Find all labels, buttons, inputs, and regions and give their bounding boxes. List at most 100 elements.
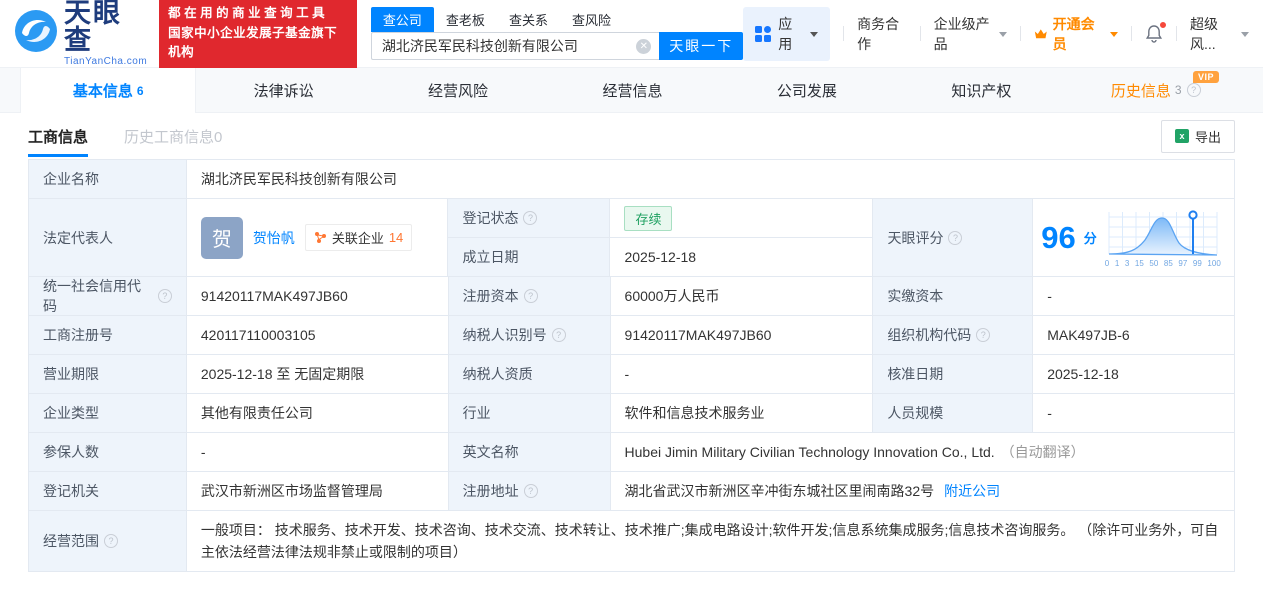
divider (1131, 26, 1132, 41)
business-scope-value: 一般项目： 技术服务、技术开发、技术咨询、技术交流、技术转让、技术推广;集成电路… (187, 511, 1235, 572)
field-label: 企业类型 (29, 394, 187, 433)
field-label-group: 统一社会信用代码? (29, 277, 187, 316)
subtab-registration-info[interactable]: 工商信息 (28, 126, 88, 157)
field-label-group: 登记状态 ? (448, 199, 610, 238)
score-axis-ticks: 0131550859799100 (1105, 259, 1221, 268)
field-label: 行业 (449, 394, 611, 433)
field-label-group: 注册地址? (449, 472, 611, 511)
notification-dot (1159, 21, 1167, 29)
tab-company-development[interactable]: 公司发展 (720, 68, 894, 112)
company-type-value: 其他有限责任公司 (187, 394, 449, 433)
tab-operation-risk[interactable]: 经营风险 (371, 68, 545, 112)
notification-bell-icon[interactable] (1145, 24, 1163, 43)
export-button[interactable]: x 导出 (1161, 120, 1235, 153)
chevron-down-icon (810, 32, 818, 41)
relation-graph-icon (314, 231, 327, 244)
table-row: 统一社会信用代码? 91420117MAK497JB60 注册资本? 60000… (29, 277, 1235, 316)
business-term-value: 2025-12-18 至 无固定期限 (187, 355, 449, 394)
chevron-down-icon (1110, 32, 1118, 41)
help-icon: ? (976, 328, 990, 342)
tab-intellectual-property[interactable]: 知识产权 (894, 68, 1068, 112)
tianyancha-logo[interactable]: 天眼查 TianYanCha.com (14, 0, 147, 67)
apps-label: 应用 (778, 14, 798, 54)
auto-translate-note: （自动翻译） (1001, 442, 1085, 462)
field-label: 企业名称 (29, 160, 187, 199)
tab-legal-litigation[interactable]: 法律诉讼 (196, 68, 370, 112)
status-badge: 存续 (624, 206, 672, 231)
divider (1176, 26, 1177, 41)
section-tabs: 基本信息 6 法律诉讼 经营风险 经营信息 公司发展 知识产权 VIP 历史信息… (0, 67, 1263, 113)
help-icon: ? (948, 231, 962, 245)
table-row: 法定代表人 贺 贺怡帆 关联企业 14 登记状态 ? 存 (29, 199, 1235, 277)
table-row: 企业名称 湖北济民军民科技创新有限公司 (29, 160, 1235, 199)
search-button[interactable]: 天眼一下 (659, 32, 743, 60)
tab-history-info[interactable]: VIP 历史信息 3 ? (1069, 68, 1243, 112)
field-label-group: 注册资本? (449, 277, 611, 316)
reg-authority-value: 武汉市新洲区市场监督管理局 (187, 472, 449, 511)
field-label: 实缴资本 (873, 277, 1033, 316)
search-tab-relation[interactable]: 查关系 (497, 7, 560, 32)
org-code-value: MAK497JB-6 (1033, 316, 1235, 355)
subtab-history-registration-info[interactable]: 历史工商信息0 (124, 126, 222, 147)
reg-status-cell: 存续 (610, 199, 873, 238)
search-tabs: 查公司 查老板 查关系 查风险 (371, 7, 743, 32)
search-area: 查公司 查老板 查关系 查风险 ✕ 天眼一下 (371, 7, 743, 60)
avatar[interactable]: 贺 (201, 217, 243, 259)
field-label-group: 天眼评分 ? (873, 199, 1033, 277)
company-name-value: 湖北济民军民科技创新有限公司 (187, 160, 1235, 199)
search-tab-company[interactable]: 查公司 (371, 7, 434, 32)
field-label-group: 纳税人识别号? (449, 316, 611, 355)
field-label: 营业期限 (29, 355, 187, 394)
status-date-subtable: 登记状态 ? 存续 成立日期 2025-12-18 (448, 199, 873, 277)
excel-icon: x (1175, 129, 1189, 143)
search-tab-risk[interactable]: 查风险 (560, 7, 623, 32)
tab-business-info[interactable]: 经营信息 (545, 68, 719, 112)
staff-size-value: - (1033, 394, 1235, 433)
tianyan-score-cell[interactable]: 96分 01315508 (1033, 199, 1235, 277)
field-label: 工商注册号 (29, 316, 187, 355)
chevron-down-icon (1241, 32, 1249, 41)
table-row: 营业期限 2025-12-18 至 无固定期限 纳税人资质 - 核准日期 202… (29, 355, 1235, 394)
reg-capital-value: 60000万人民币 (611, 277, 874, 316)
credit-code-value: 91420117MAK497JB60 (187, 277, 449, 316)
field-label: 核准日期 (873, 355, 1033, 394)
tab-basic-info[interactable]: 基本信息 6 (20, 68, 196, 113)
help-icon: ? (523, 211, 537, 225)
table-row: 工商注册号 420117110003105 纳税人识别号? 91420117MA… (29, 316, 1235, 355)
field-label: 成立日期 (448, 238, 610, 277)
help-icon: ? (524, 289, 538, 303)
field-label: 法定代表人 (29, 199, 187, 277)
field-label: 登记机关 (29, 472, 187, 511)
field-label: 人员规模 (873, 394, 1033, 433)
chevron-down-icon (999, 32, 1007, 41)
divider (1020, 26, 1021, 41)
score-unit: 分 (1084, 228, 1097, 247)
company-info-table: 企业名称 湖北济民军民科技创新有限公司 法定代表人 贺 贺怡帆 关联企业 14 … (28, 159, 1235, 572)
nearby-companies-link[interactable]: 附近公司 (944, 481, 1000, 501)
help-icon: ? (104, 534, 118, 548)
english-name-cell: Hubei Jimin Military Civilian Technology… (611, 433, 1235, 472)
legal-rep-link[interactable]: 贺怡帆 (253, 228, 295, 248)
related-companies-badge[interactable]: 关联企业 14 (305, 224, 412, 251)
nav-enterprise[interactable]: 企业级产品 (934, 14, 1008, 54)
help-icon: ? (1187, 83, 1201, 97)
nav-open-vip[interactable]: 开通会员 (1034, 14, 1118, 54)
taxpayer-quality-value: - (611, 355, 874, 394)
tab-count: 3 (1175, 83, 1182, 97)
top-nav: 应用 商务合作 企业级产品 开通会员 超级风... (743, 7, 1249, 61)
divider (920, 26, 921, 41)
sub-tabs: 工商信息 历史工商信息0 x 导出 (0, 113, 1263, 159)
field-label-group: 组织机构代码? (873, 316, 1033, 355)
search-tab-boss[interactable]: 查老板 (434, 7, 497, 32)
reg-number-value: 420117110003105 (187, 316, 449, 355)
industry-value: 软件和信息技术服务业 (611, 394, 874, 433)
vip-badge: VIP (1193, 71, 1219, 83)
top-bar: 天眼查 TianYanCha.com 都在用的商业查询工具 国家中小企业发展子基… (0, 0, 1263, 67)
approval-date-value: 2025-12-18 (1033, 355, 1235, 394)
nav-user-menu[interactable]: 超级风... (1190, 14, 1249, 54)
apps-menu[interactable]: 应用 (743, 7, 830, 61)
brand-slogan: 都在用的商业查询工具 国家中小企业发展子基金旗下机构 (159, 0, 357, 68)
score-distribution-chart: 0131550859799100 (1105, 208, 1221, 268)
nav-cooperation[interactable]: 商务合作 (857, 14, 907, 54)
search-input[interactable] (371, 32, 659, 60)
